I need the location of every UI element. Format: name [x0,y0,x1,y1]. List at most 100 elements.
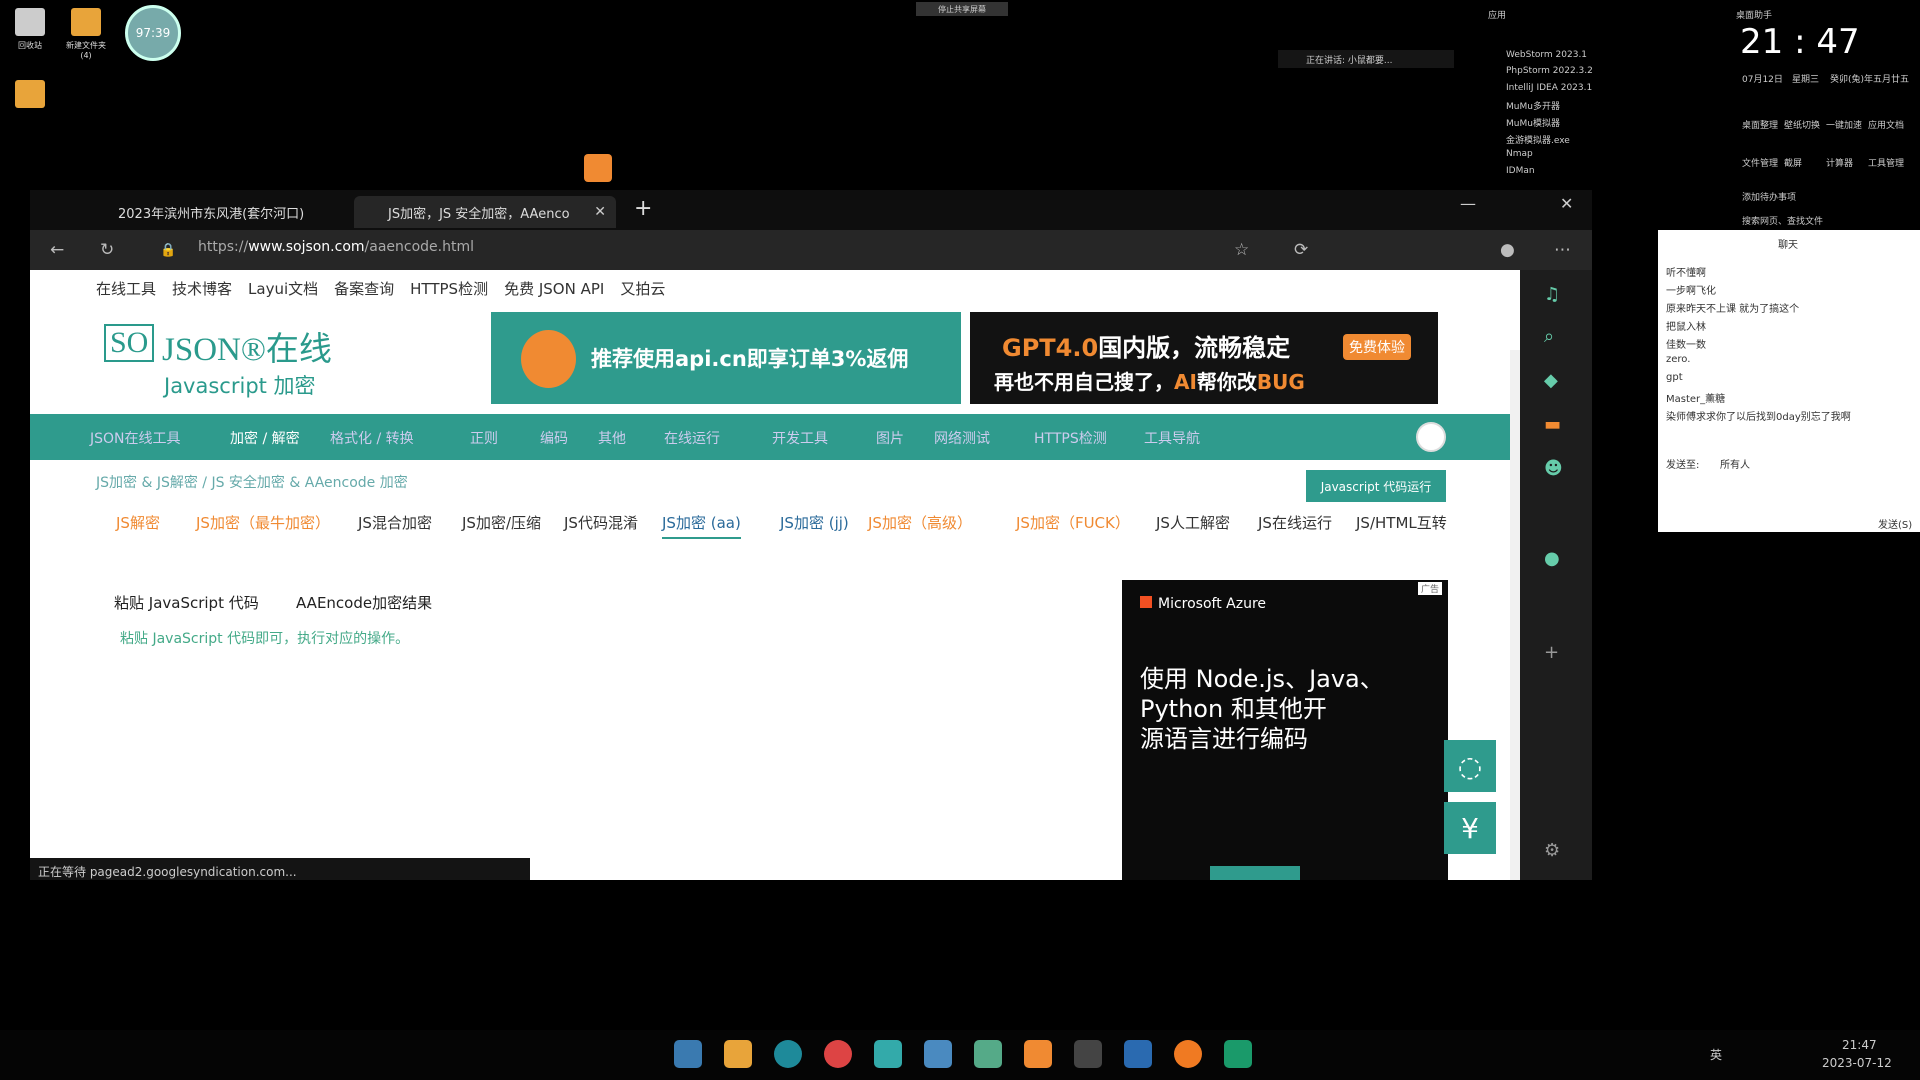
app-item[interactable]: 金游模拟器.exe [1506,133,1570,146]
desktop-icon-folder-2[interactable] [0,80,60,112]
refresh-icon[interactable]: ↻ [100,240,114,260]
widget-label[interactable]: 一键加速 [1826,118,1862,131]
azure-ad[interactable]: 广告 Microsoft Azure 使用 Node.js、Java、 Pyth… [1122,580,1448,880]
outlook-icon[interactable]: ● [1544,548,1560,569]
ad-banner-gpt[interactable]: GPT4.0国内版，流畅稳定 再也不用自己搜了，AI帮你改BUG 免费体验 [970,312,1438,404]
more-icon[interactable]: ⋯ [1554,240,1571,260]
close-icon[interactable]: ✕ [594,204,606,220]
profile-icon[interactable]: ● [1500,240,1515,260]
webstorm-icon[interactable] [1224,1040,1252,1068]
menu-item[interactable]: 其他 [598,428,626,448]
subtab[interactable]: JS混合加密 [358,512,432,533]
notepad-icon[interactable] [974,1040,1002,1068]
desktop-icon-recycle-bin[interactable]: 回收站 [0,8,60,51]
topnav-link[interactable]: HTTPS检测 [410,280,488,298]
widget-label[interactable]: 工具管理 [1868,156,1904,169]
menu-item[interactable]: 正则 [470,428,498,448]
site-search-icon[interactable] [1416,422,1446,452]
tab-news[interactable]: 2023年滨州市东风港(套尔河口) ✕ [90,196,380,228]
subtab[interactable]: JS解密 [116,512,160,533]
subtab[interactable]: JS加密（高级） [868,512,972,533]
subtab[interactable]: JS加密（FUCK） [1016,512,1130,533]
widget-label[interactable]: 应用文档 [1868,118,1904,131]
subtab[interactable]: JS人工解密 [1156,512,1230,533]
widget-label[interactable]: 桌面整理 [1742,118,1778,131]
widget-label[interactable]: 截屏 [1784,156,1802,169]
share-banner[interactable]: 停止共享屏幕 [916,2,1008,16]
new-tab-icon[interactable]: + [634,196,652,221]
widget-label[interactable]: 壁纸切换 [1784,118,1820,131]
edge-icon[interactable] [774,1040,802,1068]
js-run-button[interactable]: Javascript 代码运行 [1306,470,1446,502]
people-icon[interactable]: ☻ [1544,458,1563,479]
app-item[interactable]: Nmap [1506,149,1533,159]
virtualbox-icon[interactable] [1124,1040,1152,1068]
app-item[interactable]: PhpStorm 2022.3.2 [1506,66,1593,76]
subtab[interactable]: JS代码混淆 [564,512,638,533]
subtab[interactable]: JS加密（最牛加密） [196,512,330,533]
menu-item[interactable]: 工具导航 [1144,428,1200,448]
breadcrumb[interactable]: JS加密 & JS解密 / JS 安全加密 & AAencode 加密 [96,472,408,492]
sublime-icon[interactable] [584,154,612,182]
photos-icon[interactable] [924,1040,952,1068]
app-icon[interactable] [874,1040,902,1068]
add-icon[interactable]: + [1544,642,1559,663]
scrollbar[interactable] [1510,350,1520,880]
chat-recipient[interactable]: 所有人 [1720,456,1750,471]
chrome-icon[interactable] [824,1040,852,1068]
briefcase-icon[interactable]: ▬ [1544,414,1561,435]
start-icon[interactable] [674,1040,702,1068]
menu-item-encrypt[interactable]: 加密 / 解密 [230,428,300,448]
firefox-icon[interactable] [1174,1040,1202,1068]
subtab[interactable]: JS加密/压缩 [462,512,541,533]
app-item[interactable]: IDMan [1506,166,1535,176]
extensions-icon[interactable]: ⟳ [1294,240,1308,260]
chat-send-button[interactable]: 发送(S) [1878,516,1912,531]
desktop-icon-new-folder[interactable]: 新建文件夹 (4) [56,8,116,60]
back-icon[interactable]: ← [50,240,64,260]
app-item[interactable]: MuMu模拟器 [1506,116,1560,129]
menu-item[interactable]: 在线运行 [664,428,720,448]
file-explorer-icon[interactable] [724,1040,752,1068]
topnav-link[interactable]: 免费 JSON API [504,280,604,298]
topnav-link[interactable]: 备案查询 [334,280,394,298]
app-item[interactable]: MuMu多开器 [1506,99,1560,112]
topnav-link[interactable]: 在线工具 [96,280,156,298]
tab-jsencrypt[interactable]: JS加密，JS 安全加密，AAenco ✕ [354,196,616,228]
qq-float-icon[interactable]: ◌ [1444,740,1496,792]
menu-item[interactable]: 网络测试 [934,428,990,448]
menu-item[interactable]: 编码 [540,428,568,448]
widget-label[interactable]: 计算器 [1826,156,1853,169]
topnav-link[interactable]: Layui文档 [248,280,318,298]
tag-icon[interactable]: ◆ [1544,370,1558,391]
menu-item[interactable]: 开发工具 [772,428,828,448]
menu-item[interactable]: JSON在线工具 [90,428,181,448]
topnav-link[interactable]: 技术博客 [172,280,232,298]
widget-search[interactable]: 搜索网页、查找文件 [1742,214,1823,227]
minimize-icon[interactable]: — [1460,194,1476,213]
app-item[interactable]: WebStorm 2023.1 [1506,50,1587,60]
donate-float-icon[interactable]: ¥ [1444,802,1496,854]
subtab[interactable]: JS/HTML互转 [1356,512,1447,533]
widget-new-task[interactable]: 添加待办事项 [1742,190,1796,203]
close-window-icon[interactable]: ✕ [1560,194,1573,213]
ad-free-trial-button[interactable]: 免费体验 [1343,334,1411,360]
settings-icon[interactable]: ⚙ [1544,840,1560,861]
topnav-link[interactable]: 又拍云 [620,280,665,298]
url-field[interactable]: https://www.sojson.com/aaencode.html [198,239,474,261]
ad-banner-api[interactable]: 推荐使用api.cn即享订单3%返佣 [491,312,961,404]
app-item[interactable]: IntelliJ IDEA 2023.1 [1506,83,1592,93]
subtab[interactable]: JS加密 (jj) [780,512,849,533]
azure-cta-bar[interactable] [1210,866,1300,880]
site-logo[interactable]: SO JSON®在线 Javascript 加密 [104,318,344,398]
widget-label[interactable]: 文件管理 [1742,156,1778,169]
app-icon[interactable] [1074,1040,1102,1068]
menu-item[interactable]: 格式化 / 转换 [330,428,414,448]
sublime-icon[interactable] [1024,1040,1052,1068]
subtab-active[interactable]: JS加密 (aa) [662,512,741,539]
search-icon[interactable]: ⌕ [1544,326,1554,347]
bell-icon[interactable]: ♫ [1544,284,1560,305]
favorites-star-icon[interactable]: ☆ [1234,240,1249,260]
menu-item[interactable]: 图片 [876,428,904,448]
menu-item[interactable]: HTTPS检测 [1034,428,1107,448]
